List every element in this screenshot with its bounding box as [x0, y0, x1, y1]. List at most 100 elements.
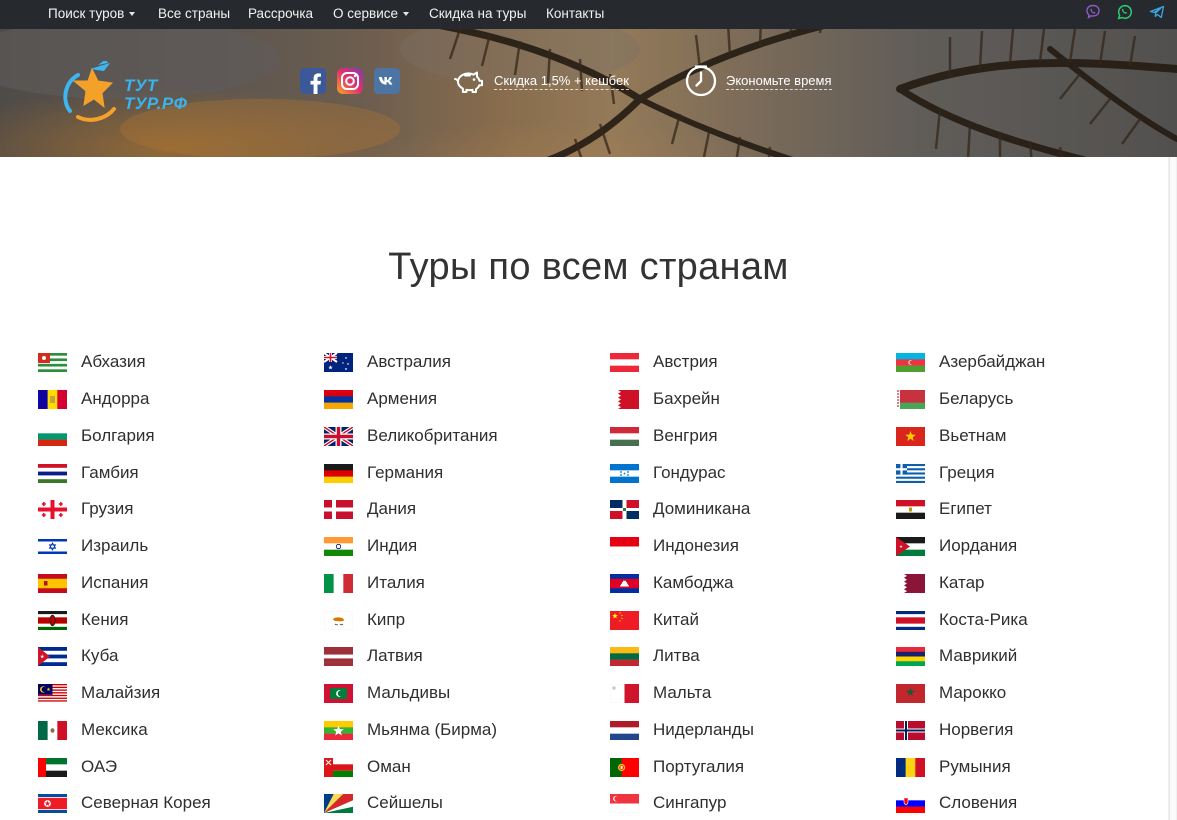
country-item[interactable]: Латвия [324, 644, 423, 668]
country-name: Армения [367, 389, 438, 408]
country-name: Болгария [81, 426, 155, 445]
country-item[interactable]: Болгария [38, 424, 155, 448]
page-scrollbar[interactable] [1168, 157, 1177, 820]
instagram-icon[interactable] [337, 68, 363, 94]
nav-item-6[interactable]: Контакты [546, 5, 604, 23]
country-item[interactable]: Мьянма (Бирма) [324, 718, 497, 742]
country-name: Грузия [81, 499, 134, 518]
flag-icon [324, 463, 353, 483]
country-item[interactable]: Вьетнам [896, 424, 1006, 448]
country-name: Испания [81, 573, 149, 592]
save-time-link[interactable]: Экономьте время [726, 73, 832, 90]
country-item[interactable]: Румыния [896, 755, 1011, 779]
flag-icon [38, 793, 67, 813]
country-item[interactable]: Бахрейн [610, 387, 720, 411]
country-item[interactable]: Австрия [610, 350, 718, 374]
country-item[interactable]: Андорра [38, 387, 149, 411]
country-item[interactable]: Гондурас [610, 461, 726, 485]
country-item[interactable]: Куба [38, 644, 118, 668]
viber-icon[interactable] [1085, 4, 1101, 20]
country-item[interactable]: Германия [324, 461, 443, 485]
country-item[interactable]: ОАЭ [38, 755, 117, 779]
country-item[interactable]: Словения [896, 791, 1017, 815]
telegram-icon[interactable] [1149, 4, 1165, 20]
flag-icon [324, 352, 353, 372]
nav-item-2[interactable]: Все страны [158, 5, 230, 23]
country-item[interactable]: Италия [324, 571, 425, 595]
flag-icon [324, 757, 353, 777]
country-item[interactable]: Азербайджан [896, 350, 1045, 374]
flag-icon [38, 683, 67, 703]
country-item[interactable]: Португалия [610, 755, 744, 779]
country-item[interactable]: Иордания [896, 534, 1017, 558]
country-item[interactable]: Австралия [324, 350, 451, 374]
country-item[interactable]: Абхазия [38, 350, 146, 374]
country-item[interactable]: Сингапур [610, 791, 726, 815]
country-item[interactable]: Великобритания [324, 424, 498, 448]
country-name: Кипр [367, 610, 406, 629]
country-item[interactable]: Оман [324, 755, 411, 779]
country-item[interactable]: Мальдивы [324, 681, 450, 705]
vk-icon[interactable] [374, 68, 400, 94]
country-name: Андорра [81, 389, 150, 408]
country-item[interactable]: Доминикана [610, 497, 750, 521]
whatsapp-icon[interactable] [1117, 4, 1133, 20]
flag-icon [896, 683, 925, 703]
country-item[interactable]: Гамбия [38, 461, 139, 485]
flag-icon [610, 720, 639, 740]
country-item[interactable]: Марокко [896, 681, 1006, 705]
country-name: Румыния [939, 757, 1011, 776]
country-item[interactable]: Норвегия [896, 718, 1013, 742]
site-logo[interactable]: ТУТ ТУР.РФ [60, 61, 205, 127]
country-name: Австрия [653, 352, 718, 371]
country-item[interactable]: Дания [324, 497, 416, 521]
country-item[interactable]: Индонезия [610, 534, 739, 558]
country-item[interactable]: Армения [324, 387, 437, 411]
country-item[interactable]: Маврикий [896, 644, 1017, 668]
country-item[interactable]: Литва [610, 644, 700, 668]
country-item[interactable]: Мальта [610, 681, 711, 705]
flag-icon [610, 352, 639, 372]
country-item[interactable]: Египет [896, 497, 992, 521]
country-item[interactable]: Греция [896, 461, 995, 485]
country-item[interactable]: Испания [38, 571, 148, 595]
nav-item-4[interactable]: О сервисе [333, 5, 409, 23]
country-name: Марокко [939, 683, 1007, 702]
flag-icon [610, 573, 639, 593]
country-item[interactable]: Коста-Рика [896, 608, 1028, 632]
nav-item-label: Рассрочка [248, 6, 314, 21]
country-name: Куба [81, 646, 119, 665]
flag-icon [38, 573, 67, 593]
scrollbar-thumb[interactable] [1169, 157, 1176, 820]
nav-item-3[interactable]: Рассрочка [248, 5, 313, 23]
nav-item-5[interactable]: Скидка на туры [429, 5, 526, 23]
country-item[interactable]: Венгрия [610, 424, 718, 448]
country-name: Абхазия [81, 352, 146, 371]
country-item[interactable]: Мексика [38, 718, 148, 742]
nav-item-1[interactable]: Поиск туров [48, 5, 136, 23]
flag-icon [38, 757, 67, 777]
cashback-link[interactable]: Скидка 1,5% + кешбек [494, 73, 629, 90]
country-name: Португалия [653, 757, 745, 776]
country-item[interactable]: Нидерланды [610, 718, 754, 742]
country-item[interactable]: Индия [324, 534, 417, 558]
country-name: Беларусь [939, 389, 1014, 408]
flag-icon [896, 720, 925, 740]
country-item[interactable]: Китай [610, 608, 699, 632]
flag-icon [324, 499, 353, 519]
country-item[interactable]: Камбоджа [610, 571, 733, 595]
country-item[interactable]: Беларусь [896, 387, 1013, 411]
facebook-icon[interactable] [300, 68, 326, 94]
country-name: Иордания [939, 536, 1018, 555]
country-item[interactable]: Израиль [38, 534, 148, 558]
country-item[interactable]: Северная Корея [38, 791, 211, 815]
country-item[interactable]: Грузия [38, 497, 134, 521]
top-nav: Поиск туров Все страны Рассрочка О сервисе С… [0, 0, 1177, 29]
flag-icon [610, 463, 639, 483]
country-item[interactable]: Кения [38, 608, 128, 632]
country-item[interactable]: Малайзия [38, 681, 160, 705]
country-item[interactable]: Катар [896, 571, 985, 595]
country-item[interactable]: Кипр [324, 608, 405, 632]
flag-icon [610, 499, 639, 519]
country-item[interactable]: Сейшелы [324, 791, 443, 815]
